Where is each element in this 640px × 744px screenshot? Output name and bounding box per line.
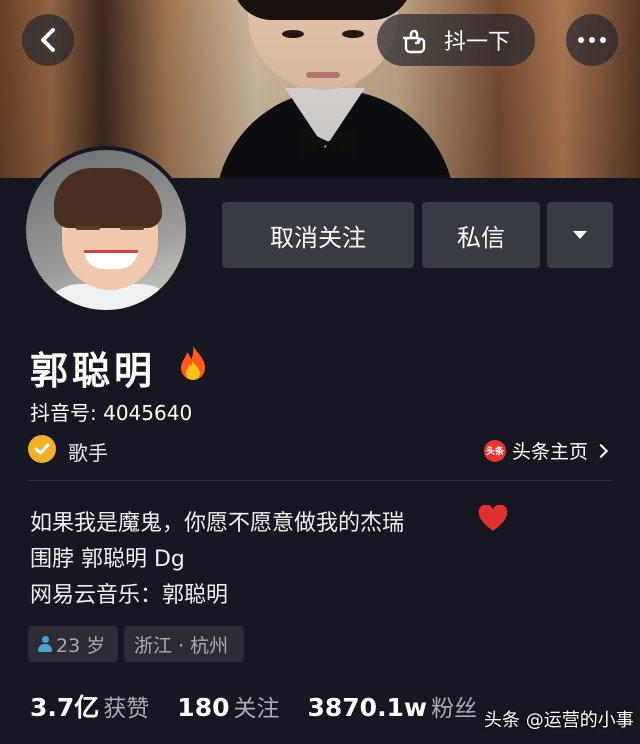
following-count[interactable]: 180: [177, 693, 229, 722]
age-label: 23 岁: [56, 634, 106, 657]
poke-button[interactable]: 抖一下: [377, 14, 535, 66]
poke-label: 抖一下: [443, 30, 510, 55]
more-button[interactable]: [566, 14, 618, 66]
bio-line: 网易云音乐：郭聪明: [30, 583, 229, 608]
hand-point-icon: [402, 29, 426, 54]
toutiao-homepage-link[interactable]: 头条 头条主页: [484, 437, 609, 464]
more-dots-icon: [578, 37, 606, 43]
location-label: 浙江 · 杭州: [134, 634, 229, 657]
divider: [28, 480, 612, 481]
bio-line: 如果我是魔鬼，你愿不愿意做我的杰瑞: [30, 511, 405, 536]
followers-count[interactable]: 3870.1w: [307, 693, 427, 722]
followers-label[interactable]: 粉丝: [431, 689, 477, 723]
fire-icon: [181, 345, 205, 380]
recommend-dropdown-button[interactable]: [547, 202, 613, 268]
likes-count: 3.7亿: [30, 693, 100, 722]
following-label[interactable]: 关注: [233, 689, 279, 723]
toutiao-link-label: 头条主页: [512, 441, 589, 463]
douyin-id: 抖音号: 4045640: [30, 401, 193, 425]
watermark: 头条 @运营的小事: [484, 710, 634, 731]
stats-row: 3.7亿 获赞 180 关注 3870.1w 粉丝: [30, 688, 505, 724]
back-button[interactable]: [22, 14, 74, 66]
verified-role: 歌手: [68, 441, 108, 465]
avatar[interactable]: [26, 150, 186, 310]
chevron-left-icon: [41, 28, 55, 52]
toutiao-logo: 头条: [484, 439, 506, 462]
person-icon: [38, 636, 52, 652]
chevron-right-icon: [593, 443, 609, 458]
age-tag: 23 岁: [28, 626, 118, 662]
heart-icon: [478, 505, 508, 531]
unfollow-button[interactable]: 取消关注: [222, 202, 414, 268]
caret-down-icon: [573, 231, 587, 239]
likes-label: 获赞: [103, 696, 150, 722]
bio-line: 围脖 郭聪明 Dg: [30, 547, 185, 572]
verified-check-icon: [28, 435, 56, 463]
location-tag: 浙江 · 杭州: [124, 626, 244, 662]
message-button[interactable]: 私信: [422, 202, 540, 268]
profile-name: 郭聪明: [30, 349, 157, 393]
